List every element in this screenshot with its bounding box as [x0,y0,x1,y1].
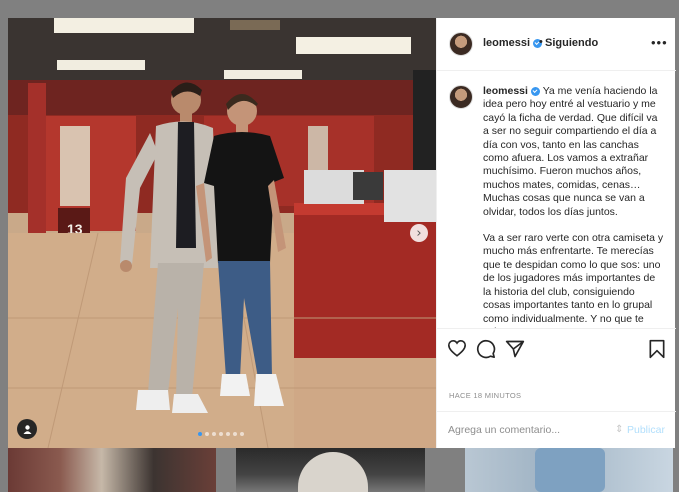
save-bookmark-icon[interactable] [648,339,666,364]
caption-username-link[interactable]: leomessi [483,85,528,97]
carousel-dot [240,432,244,436]
comment-bar: ⇕ Publicar [437,411,676,449]
carousel-dot [198,432,202,436]
user-tag-icon[interactable] [17,419,37,439]
caption-body-2: Va a ser raro verte con otra camiseta y … [483,232,664,328]
post-sidebar: leomessi • Siguiendo ••• leomessi Ya me … [436,18,676,448]
post-timestamp[interactable]: HACE 18 MINUTOS [449,391,521,400]
carousel-dot [233,432,237,436]
carousel-dot [226,432,230,436]
author-username-link[interactable]: leomessi [483,37,543,49]
post-header: leomessi • Siguiendo ••• [437,18,676,71]
carousel-dot [205,432,209,436]
comment-bubble-icon[interactable] [476,339,496,364]
separator-dot: • [539,36,543,48]
verified-badge-icon [530,86,540,96]
caption-username[interactable]: leomessi [483,85,528,97]
comment-input[interactable] [448,423,618,437]
grid-thumbnail[interactable] [236,448,425,492]
caption-body-1: Ya me venía haciendo la idea pero hoy en… [483,85,658,218]
grid-thumbnail[interactable] [465,448,673,492]
carousel-indicator [198,432,244,436]
avatar[interactable] [449,32,473,56]
next-photo-button[interactable]: › [410,224,428,242]
carousel-dot [219,432,223,436]
carousel-dot [212,432,216,436]
caption-paragraph: Va a ser raro verte con otra camiseta y … [483,232,665,328]
more-options-icon[interactable]: ••• [651,36,668,49]
profile-grid [0,448,679,492]
post-photo[interactable]: 13 › [8,18,436,448]
avatar[interactable] [449,85,473,109]
caption-scroll-area[interactable]: leomessi Ya me venía haciendo la idea pe… [437,71,676,328]
following-button[interactable]: Siguiendo [545,37,598,49]
share-send-icon[interactable] [505,339,525,364]
resize-handle-icon: ⇕ [615,424,624,435]
post-modal: 13 › leomessi • Siguiendo ••• leomessi Y… [8,18,676,448]
caption-paragraph: leomessi Ya me venía haciendo la idea pe… [483,85,665,219]
like-heart-icon[interactable] [447,339,467,362]
grid-thumbnail[interactable] [8,448,216,492]
username-text[interactable]: leomessi [483,37,530,49]
action-bar [437,328,676,369]
caption-text: leomessi Ya me venía haciendo la idea pe… [483,85,665,328]
locker-room-photo: 13 [8,18,436,448]
publish-button[interactable]: Publicar [627,424,665,436]
